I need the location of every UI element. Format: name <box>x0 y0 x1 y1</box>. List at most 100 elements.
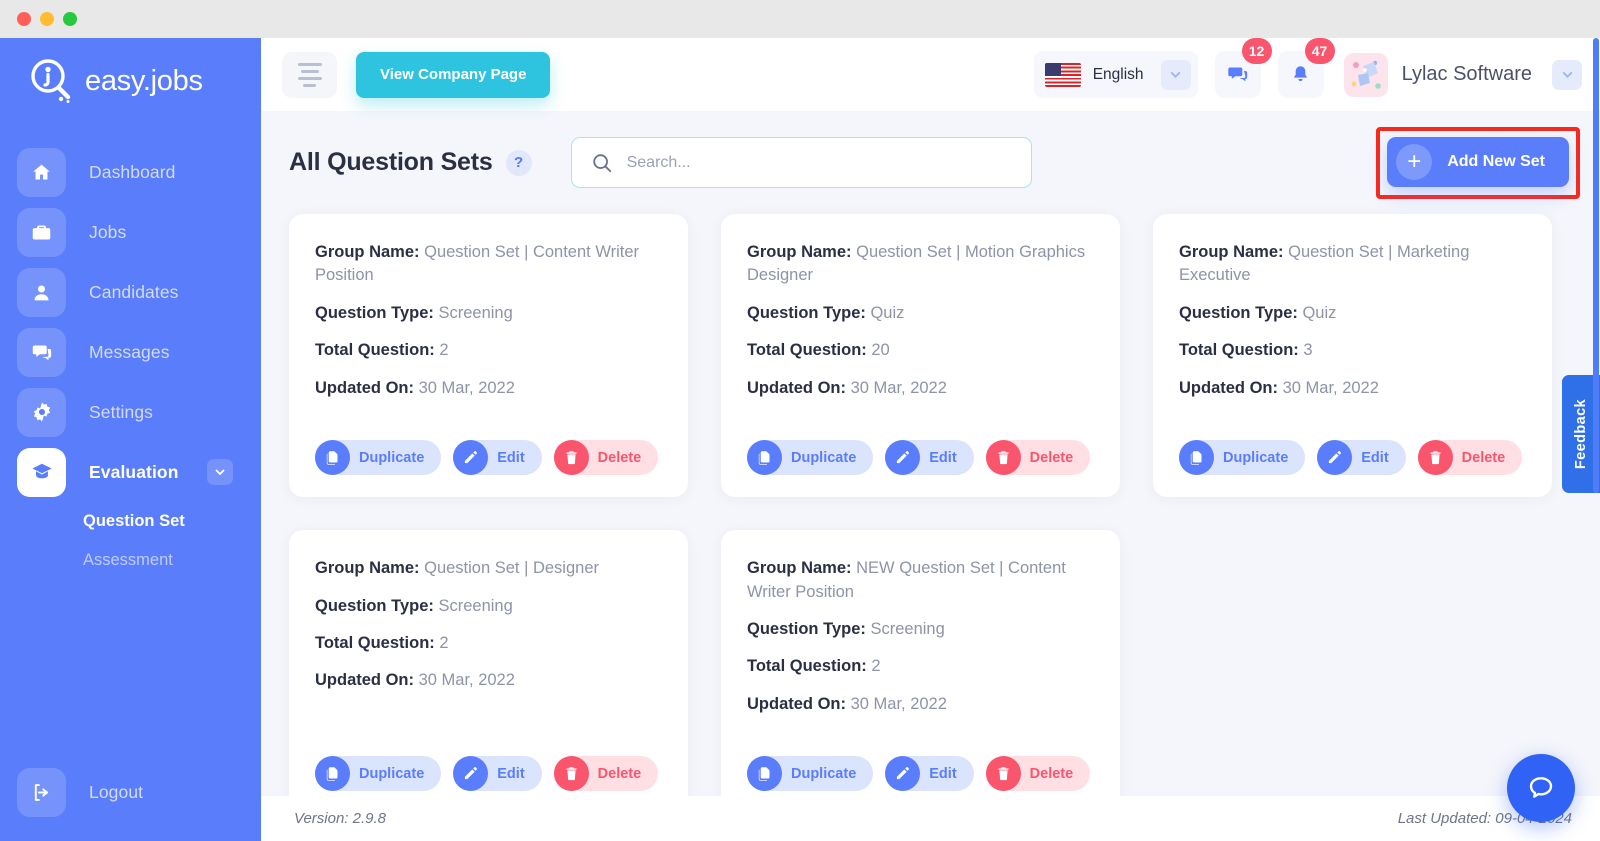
user-name: Lylac Software <box>1402 63 1532 86</box>
updated-on-label: Updated On: <box>315 671 414 689</box>
question-type-label: Question Type: <box>1179 304 1298 322</box>
card-group-name-row: Group Name: Question Set | Motion Graphi… <box>747 241 1094 288</box>
edit-label: Edit <box>1361 450 1388 466</box>
sidebar-subitem-question-set[interactable]: Question Set <box>0 502 261 541</box>
sidebar-item-label: Evaluation <box>89 462 179 483</box>
window-minimize-button[interactable] <box>40 12 54 26</box>
updated-on-label: Updated On: <box>747 695 846 713</box>
edit-button[interactable]: Edit <box>885 756 973 791</box>
question-type-value: Quiz <box>870 304 904 322</box>
notifications-button[interactable]: 47 <box>1278 51 1324 98</box>
group-name-label: Group Name: <box>747 559 852 577</box>
card-updated-on-row: Updated On: 30 Mar, 2022 <box>747 693 1094 716</box>
question-type-value: Screening <box>438 304 512 322</box>
search-icon <box>591 152 613 174</box>
language-selector[interactable]: English <box>1034 51 1198 98</box>
page-body: All Question Sets ? + Add New Set <box>261 111 1600 796</box>
delete-button[interactable]: Delete <box>986 756 1091 791</box>
sidebar-item-evaluation[interactable]: Evaluation <box>0 442 261 502</box>
trash-icon <box>554 756 589 791</box>
delete-label: Delete <box>598 450 642 466</box>
total-question-label: Total Question: <box>1179 341 1299 359</box>
duplicate-button[interactable]: Duplicate <box>315 440 441 475</box>
sidebar-item-candidates[interactable]: Candidates <box>0 262 261 322</box>
window-maximize-button[interactable] <box>63 12 77 26</box>
window-close-button[interactable] <box>17 12 31 26</box>
question-set-card[interactable]: Group Name: NEW Question Set | Content W… <box>721 530 1120 813</box>
hamburger-icon[interactable] <box>282 52 337 98</box>
duplicate-button[interactable]: Duplicate <box>315 756 441 791</box>
language-label: English <box>1093 66 1144 84</box>
edit-button[interactable]: Edit <box>885 440 973 475</box>
sidebar-item-label: Dashboard <box>89 162 176 183</box>
delete-label: Delete <box>1030 450 1074 466</box>
delete-button[interactable]: Delete <box>554 756 659 791</box>
total-question-value: 2 <box>439 634 448 652</box>
easyjobs-logo-icon <box>27 56 77 106</box>
delete-button[interactable]: Delete <box>1418 440 1523 475</box>
feedback-label: Feedback <box>1573 399 1589 469</box>
delete-button[interactable]: Delete <box>986 440 1091 475</box>
gear-icon <box>17 388 66 437</box>
user-icon <box>17 268 66 317</box>
topbar-right: English 12 47 <box>1034 51 1582 98</box>
edit-label: Edit <box>929 450 956 466</box>
plus-icon: + <box>1396 144 1432 180</box>
card-actions: Duplicate Edit Delete <box>315 730 662 791</box>
page-scrollbar[interactable] <box>1592 38 1600 841</box>
updated-on-value: 30 Mar, 2022 <box>851 379 947 397</box>
sidebar-item-label: Jobs <box>89 222 126 243</box>
page-header: All Question Sets ? + Add New Set <box>281 111 1580 214</box>
question-set-card[interactable]: Group Name: Question Set | Marketing Exe… <box>1153 214 1552 497</box>
delete-label: Delete <box>598 766 642 782</box>
card-question-type-row: Question Type: Quiz <box>1179 302 1526 325</box>
question-set-card[interactable]: Group Name: Question Set | Designer Ques… <box>289 530 688 813</box>
sidebar-item-jobs[interactable]: Jobs <box>0 202 261 262</box>
help-icon[interactable]: ? <box>506 150 532 176</box>
search-input[interactable] <box>627 154 1007 172</box>
duplicate-button[interactable]: Duplicate <box>747 756 873 791</box>
updated-on-value: 30 Mar, 2022 <box>851 695 947 713</box>
brand-name: easy.jobs <box>85 65 203 98</box>
group-name-value: Question Set | Designer <box>424 559 599 577</box>
duplicate-label: Duplicate <box>791 766 856 782</box>
sidebar-subitem-assessment[interactable]: Assessment <box>0 541 261 580</box>
sidebar-item-logout[interactable]: Logout <box>0 762 261 822</box>
sidebar-item-settings[interactable]: Settings <box>0 382 261 442</box>
total-question-value: 20 <box>871 341 889 359</box>
topbar: View Company Page English 12 <box>261 38 1600 111</box>
chat-support-button[interactable] <box>1507 754 1575 822</box>
user-menu-chevron-icon[interactable] <box>1552 60 1582 90</box>
duplicate-button[interactable]: Duplicate <box>1179 440 1305 475</box>
group-name-label: Group Name: <box>747 243 852 261</box>
pencil-icon <box>885 756 920 791</box>
total-question-value: 2 <box>871 657 880 675</box>
edit-button[interactable]: Edit <box>453 756 541 791</box>
sidebar-logout-wrap: Logout <box>0 762 261 822</box>
card-actions: Duplicate Edit Delete <box>1179 414 1526 475</box>
avatar[interactable] <box>1344 53 1388 97</box>
logout-icon <box>17 768 66 817</box>
add-new-set-button[interactable]: + Add New Set <box>1387 137 1569 187</box>
scrollbar-thumb[interactable] <box>1593 38 1599 493</box>
duplicate-label: Duplicate <box>1223 450 1288 466</box>
edit-label: Edit <box>497 450 524 466</box>
chevron-down-icon[interactable] <box>207 459 233 485</box>
view-company-page-button[interactable]: View Company Page <box>356 52 550 98</box>
brand-logo[interactable]: easy.jobs <box>0 46 261 116</box>
sidebar-item-dashboard[interactable]: Dashboard <box>0 142 261 202</box>
search-box[interactable] <box>571 137 1032 188</box>
question-set-card[interactable]: Group Name: Question Set | Content Write… <box>289 214 688 497</box>
sidebar-item-messages[interactable]: Messages <box>0 322 261 382</box>
edit-button[interactable]: Edit <box>453 440 541 475</box>
edit-button[interactable]: Edit <box>1317 440 1405 475</box>
duplicate-button[interactable]: Duplicate <box>747 440 873 475</box>
trash-icon <box>1418 440 1453 475</box>
delete-button[interactable]: Delete <box>554 440 659 475</box>
sidebar-subitem-label: Question Set <box>83 512 185 531</box>
duplicate-label: Duplicate <box>359 450 424 466</box>
avatar-image <box>1344 53 1388 97</box>
question-set-card[interactable]: Group Name: Question Set | Motion Graphi… <box>721 214 1120 497</box>
messages-button[interactable]: 12 <box>1215 51 1261 98</box>
chevron-down-icon[interactable] <box>1161 60 1191 90</box>
